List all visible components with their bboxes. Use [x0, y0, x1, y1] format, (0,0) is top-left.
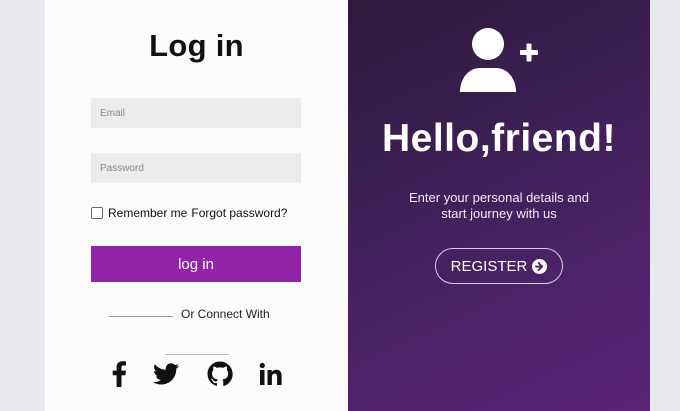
- github-icon[interactable]: [206, 360, 234, 388]
- remember-label[interactable]: Remember me: [108, 206, 187, 220]
- forgot-password-link[interactable]: Forgot password?: [191, 206, 287, 220]
- login-panel: Log in Remember me Forgot password? log …: [45, 0, 348, 411]
- login-title: Log in: [149, 28, 244, 63]
- twitter-icon[interactable]: [152, 360, 180, 388]
- page: Log in Remember me Forgot password? log …: [0, 0, 680, 411]
- welcome-panel: Hello,friend! Enter your personal detail…: [348, 0, 650, 411]
- social-divider: [165, 354, 229, 355]
- welcome-line-2: start journey with us: [441, 206, 557, 221]
- login-button[interactable]: log in: [91, 246, 301, 282]
- connect-divider: [109, 316, 173, 317]
- remember-row: Remember me Forgot password?: [91, 205, 331, 221]
- remember-checkbox[interactable]: [91, 207, 103, 219]
- password-input[interactable]: [91, 153, 301, 183]
- welcome-message: Enter your personal details and start jo…: [348, 190, 650, 222]
- welcome-heading: Hello,friend!: [381, 117, 616, 160]
- welcome-line-1: Enter your personal details and: [409, 190, 589, 205]
- user-plus-icon: [460, 28, 538, 92]
- facebook-icon[interactable]: [105, 360, 133, 388]
- arrow-circle-right-icon: [532, 258, 548, 274]
- email-input[interactable]: [91, 98, 301, 128]
- register-label: REGISTER: [450, 257, 528, 275]
- connect-label: Or Connect With: [181, 307, 270, 321]
- register-button[interactable]: REGISTER: [435, 248, 563, 284]
- linkedin-icon[interactable]: [257, 360, 285, 388]
